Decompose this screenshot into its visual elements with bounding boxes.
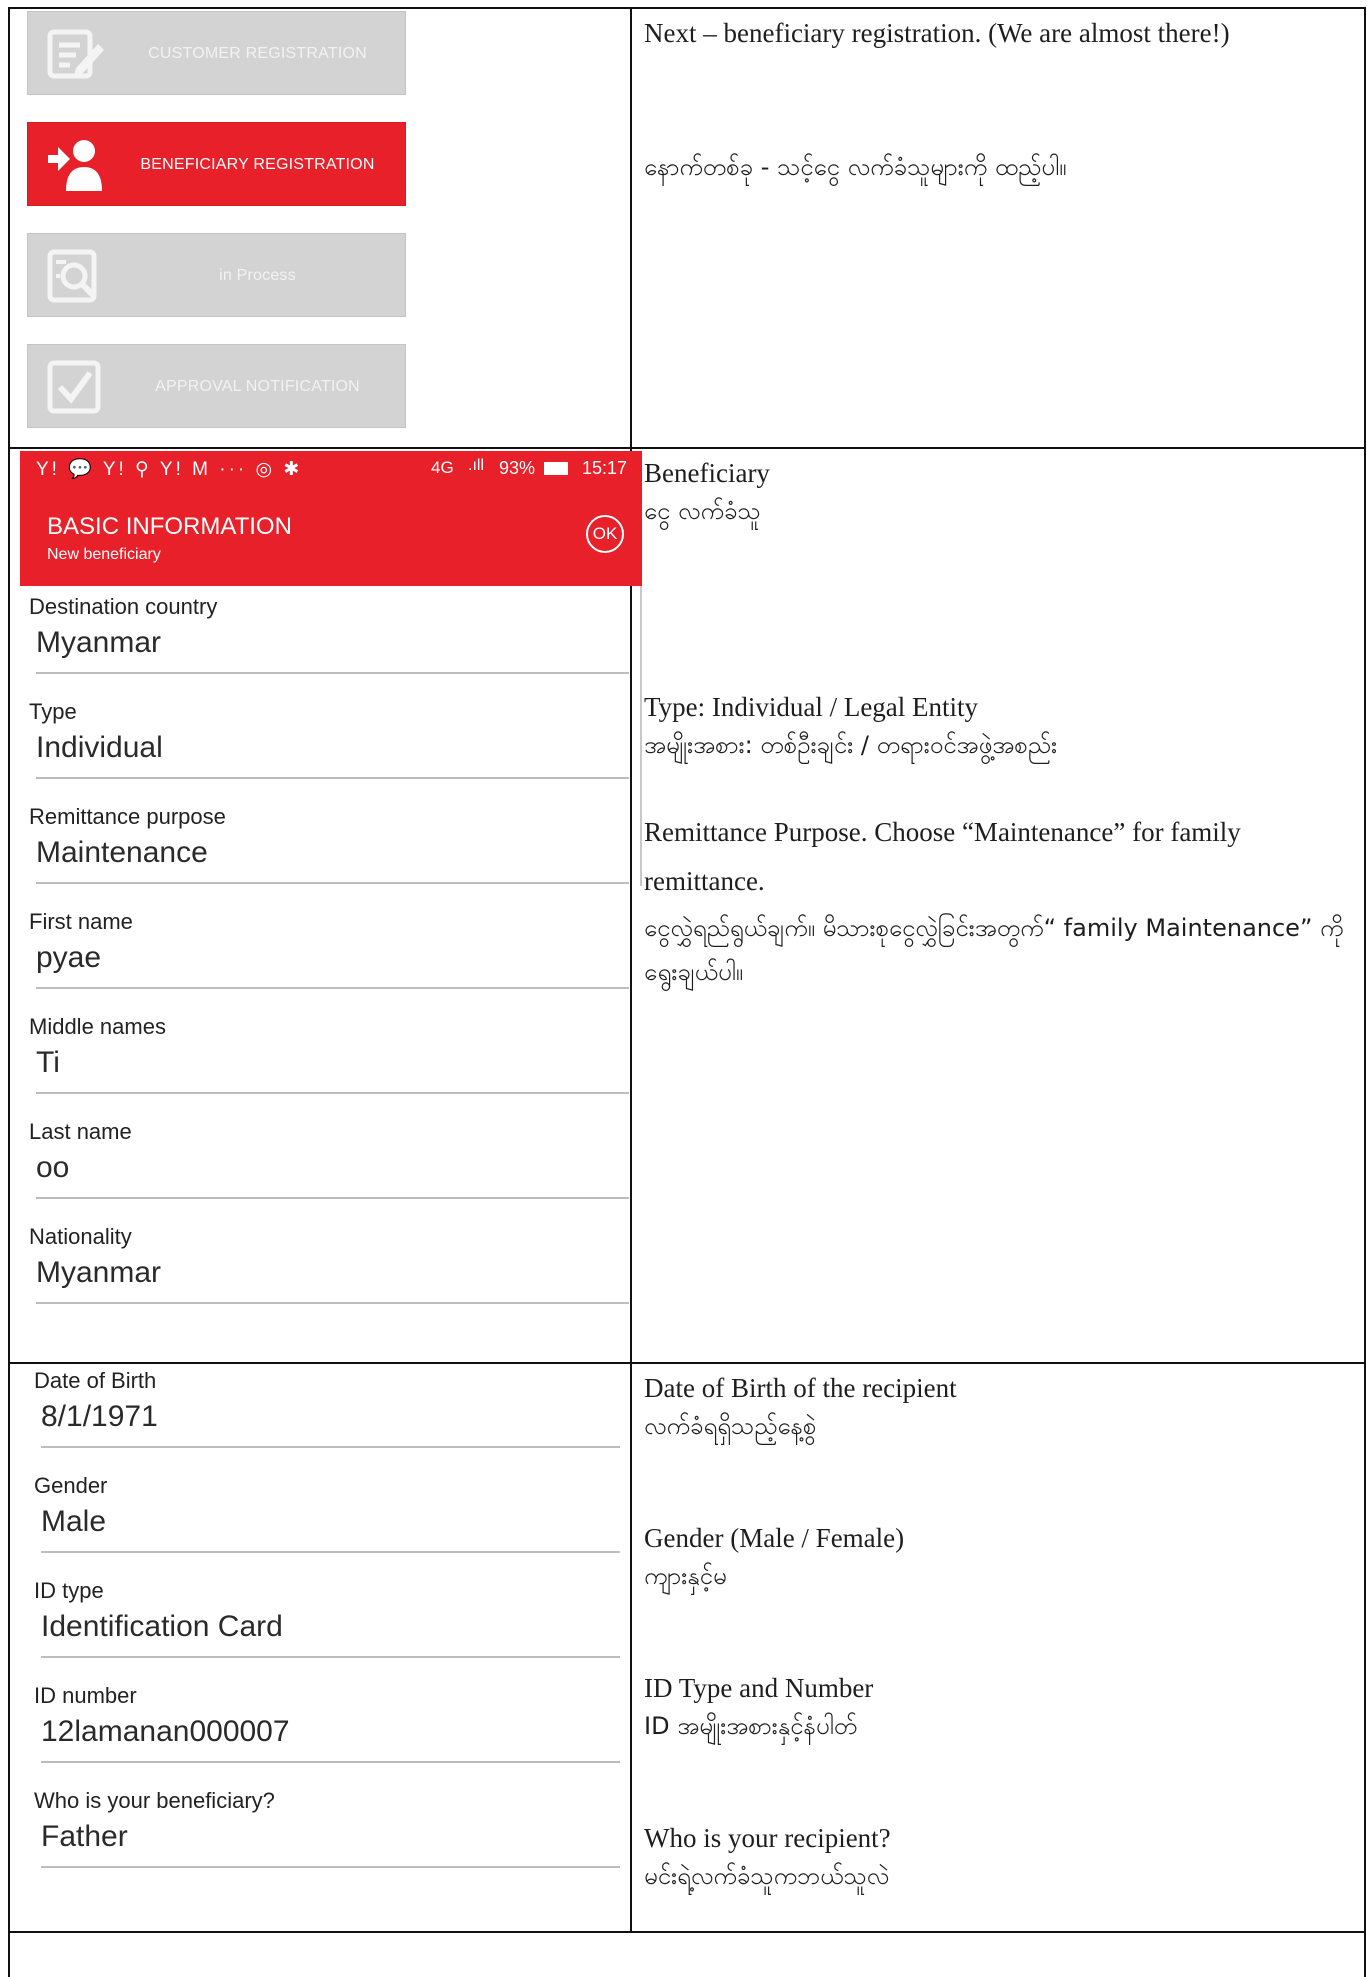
note-who-en: Who is your recipient? bbox=[644, 1823, 891, 1853]
remittance-purpose-field[interactable]: Remittance purpose Maintenance bbox=[29, 804, 629, 903]
network-indicator: 4G bbox=[431, 458, 454, 477]
note-who-mm: မင်းရဲ့လက်ခံသူကဘယ်သူလဲ bbox=[644, 1862, 890, 1890]
app-bar: BASIC INFORMATION New beneficiary OK bbox=[20, 487, 642, 586]
menu-label-customer-registration: CUSTOMER REGISTRATION bbox=[148, 45, 367, 62]
nationality-field[interactable]: Nationality Myanmar bbox=[29, 1224, 629, 1323]
id-number-underline bbox=[41, 1761, 620, 1763]
note-next-step-en: Next – beneficiary registration. (We are… bbox=[644, 18, 1230, 48]
last-name-underline bbox=[36, 1197, 629, 1199]
note-type-en: Type: Individual / Legal Entity bbox=[644, 692, 979, 722]
id-type-field[interactable]: ID type Identification Card bbox=[34, 1578, 620, 1677]
first-name-field[interactable]: First name pyae bbox=[29, 909, 629, 1008]
status-bar: Y! 💬 Y! ⚲ Y! M ··· ◎ ✱ 4G .ıll 93% 15:17 bbox=[20, 451, 642, 487]
date-of-birth-value[interactable]: 8/1/1971 bbox=[34, 1400, 620, 1434]
gender-label: Gender bbox=[34, 1473, 108, 1498]
note-type-mm: အမျိုးအစား: တစ်ဦးချင်း / တရားဝင်အဖွဲ့အစည… bbox=[644, 731, 1058, 759]
note-beneficiary-en: Beneficiary bbox=[644, 458, 770, 488]
gender-underline bbox=[41, 1551, 620, 1553]
table-row-divider-1 bbox=[8, 447, 1366, 449]
date-of-birth-label: Date of Birth bbox=[34, 1368, 157, 1393]
clock: 15:17 bbox=[582, 458, 628, 478]
menu-label-beneficiary-registration: BENEFICIARY REGISTRATION bbox=[140, 156, 375, 173]
table-border-right bbox=[1364, 7, 1366, 1977]
id-number-label: ID number bbox=[34, 1683, 137, 1708]
type-underline bbox=[36, 777, 629, 779]
search-document-icon bbox=[47, 249, 97, 303]
app-bar-subtitle: New beneficiary bbox=[47, 546, 161, 563]
last-name-label: Last name bbox=[29, 1119, 132, 1144]
note-gender-en: Gender (Male / Female) bbox=[644, 1523, 905, 1553]
first-name-label: First name bbox=[29, 909, 133, 934]
note-row-3: Date of Birth of the recipient လက်ခံရရှိ… bbox=[644, 1369, 1360, 1929]
id-number-value[interactable]: 12lamanan000007 bbox=[34, 1715, 620, 1749]
menu-button-in-process[interactable]: in Process bbox=[27, 233, 406, 317]
gender-field[interactable]: Gender Male bbox=[34, 1473, 620, 1572]
who-is-your-beneficiary-label: Who is your beneficiary? bbox=[34, 1788, 275, 1813]
note-row-1: Next – beneficiary registration. (We are… bbox=[644, 14, 1360, 434]
notification-icons: Y! 💬 Y! ⚲ Y! M ··· ◎ ✱ bbox=[36, 459, 303, 480]
ok-button-label: OK bbox=[592, 524, 618, 543]
type-value[interactable]: Individual bbox=[29, 731, 629, 765]
who-is-your-beneficiary-underline bbox=[41, 1866, 620, 1868]
document-page: CUSTOMER REGISTRATION BENEFICIARY REGIST… bbox=[0, 0, 1367, 1977]
id-type-label: ID type bbox=[34, 1578, 104, 1603]
id-type-underline bbox=[41, 1656, 620, 1658]
table-row-divider-3 bbox=[8, 1931, 1366, 1933]
remittance-purpose-value[interactable]: Maintenance bbox=[29, 836, 629, 870]
note-id-mm: ID အမျိုးအစားနှင့်နံပါတ် bbox=[644, 1712, 858, 1740]
remittance-purpose-label: Remittance purpose bbox=[29, 804, 226, 829]
menu-screenshot: CUSTOMER REGISTRATION BENEFICIARY REGIST… bbox=[10, 9, 630, 447]
middle-names-underline bbox=[36, 1092, 629, 1094]
table-column-divider bbox=[630, 7, 632, 1932]
note-purpose-en: Remittance Purpose. Choose “Maintenance”… bbox=[644, 817, 1241, 896]
menu-label-approval-notification: APPROVAL NOTIFICATION bbox=[155, 378, 360, 395]
edit-form-icon bbox=[47, 29, 104, 79]
battery-level: 93% bbox=[499, 458, 536, 478]
destination-country-label: Destination country bbox=[29, 594, 218, 619]
battery-icon bbox=[544, 462, 568, 475]
note-row-2: Beneficiary ငွေ လက်ခံသူ Type: Individual… bbox=[644, 454, 1360, 1354]
table-row-divider-2 bbox=[8, 1362, 1366, 1364]
note-dob-en: Date of Birth of the recipient bbox=[644, 1373, 957, 1403]
menu-label-in-process: in Process bbox=[219, 267, 296, 284]
who-is-your-beneficiary-field[interactable]: Who is your beneficiary? Father bbox=[34, 1788, 620, 1887]
note-next-step-mm: နောက်တစ်ခု - သင့်ငွေ လက်ခံသူများကို ထည့်… bbox=[644, 153, 1067, 181]
last-name-field[interactable]: Last name oo bbox=[29, 1119, 629, 1218]
first-name-underline bbox=[36, 987, 629, 989]
id-number-field[interactable]: ID number 12lamanan000007 bbox=[34, 1683, 620, 1782]
date-of-birth-field[interactable]: Date of Birth 8/1/1971 bbox=[34, 1368, 620, 1467]
destination-country-underline bbox=[36, 672, 629, 674]
id-type-value[interactable]: Identification Card bbox=[34, 1610, 620, 1644]
date-of-birth-underline bbox=[41, 1446, 620, 1448]
note-beneficiary-mm: ငွေ လက်ခံသူ bbox=[644, 497, 761, 525]
menu-button-customer-registration[interactable]: CUSTOMER REGISTRATION bbox=[27, 11, 406, 95]
note-id-en: ID Type and Number bbox=[644, 1673, 874, 1703]
middle-names-field[interactable]: Middle names Ti bbox=[29, 1014, 629, 1113]
nationality-underline bbox=[36, 1302, 629, 1304]
type-field[interactable]: Type Individual bbox=[29, 699, 629, 798]
nationality-label: Nationality bbox=[29, 1224, 132, 1249]
note-gender-mm: ကျားနှင့်မ bbox=[644, 1562, 727, 1590]
menu-button-approval-notification[interactable]: APPROVAL NOTIFICATION bbox=[27, 344, 406, 428]
who-is-your-beneficiary-value[interactable]: Father bbox=[34, 1820, 620, 1854]
type-label: Type bbox=[29, 699, 77, 724]
last-name-value[interactable]: oo bbox=[29, 1151, 629, 1185]
scrollbar[interactable] bbox=[640, 586, 642, 886]
note-purpose-mm: ငွေလွှဲရည်ရွယ်ချက်။ မိသားစုငွေလွှဲခြင်းအ… bbox=[644, 914, 1344, 986]
remittance-purpose-underline bbox=[36, 882, 629, 884]
middle-names-value[interactable]: Ti bbox=[29, 1046, 629, 1080]
nationality-value[interactable]: Myanmar bbox=[29, 1256, 629, 1290]
first-name-value[interactable]: pyae bbox=[29, 941, 629, 975]
checkbox-icon bbox=[47, 360, 101, 414]
signal-icon: .ıll bbox=[468, 457, 484, 474]
destination-country-field[interactable]: Destination country Myanmar bbox=[29, 594, 629, 693]
note-dob-mm: လက်ခံရရှိသည့်နေ့စွဲ bbox=[644, 1412, 817, 1440]
destination-country-value[interactable]: Myanmar bbox=[29, 626, 629, 660]
gender-value[interactable]: Male bbox=[34, 1505, 620, 1539]
add-person-icon bbox=[48, 140, 102, 191]
app-bar-title: BASIC INFORMATION bbox=[47, 513, 292, 540]
ok-button[interactable]: OK bbox=[586, 515, 624, 553]
middle-names-label: Middle names bbox=[29, 1014, 166, 1039]
menu-button-beneficiary-registration[interactable]: BENEFICIARY REGISTRATION bbox=[27, 122, 406, 206]
